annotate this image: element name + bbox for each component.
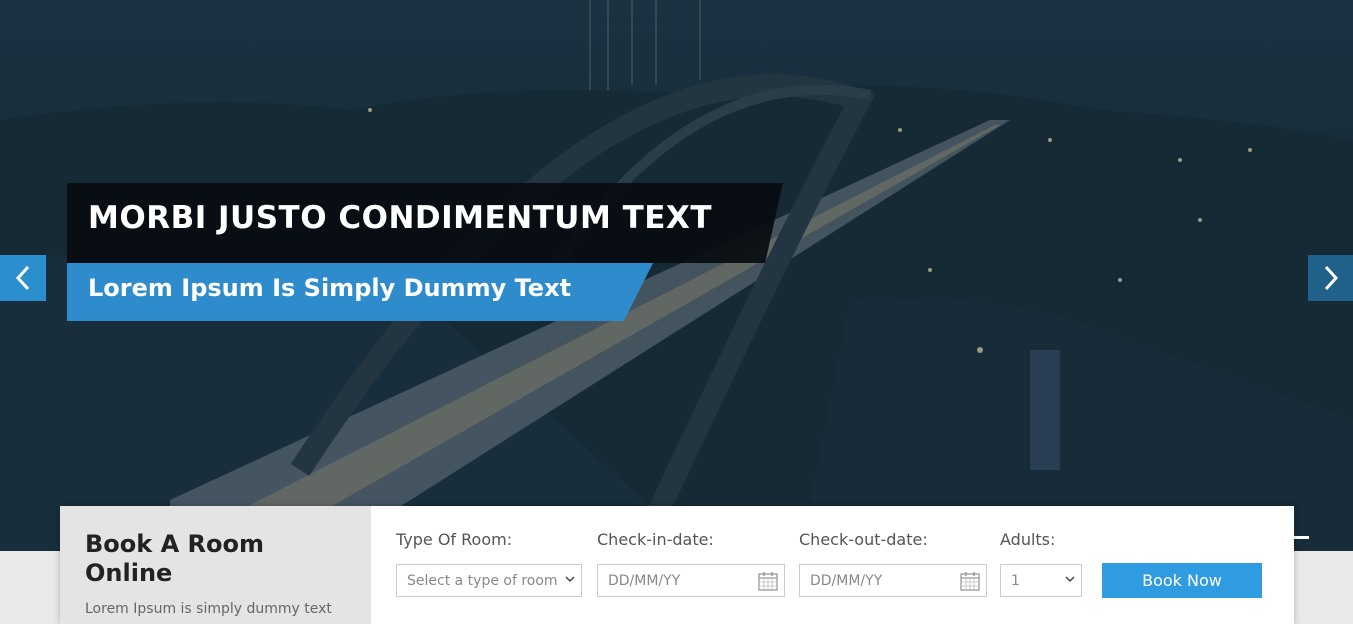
checkout-date-input[interactable]: DD/MM/YY	[799, 564, 987, 597]
chevron-down-icon	[1065, 573, 1075, 587]
room-type-label: Type Of Room:	[396, 530, 513, 549]
checkin-date-input[interactable]: DD/MM/YY	[597, 564, 785, 597]
room-type-value: Select a type of room	[407, 572, 558, 589]
room-type-select[interactable]: Select a type of room	[396, 564, 582, 597]
slide-title: MORBI JUSTO CONDIMENTUM TEXT	[88, 200, 712, 236]
checkout-placeholder: DD/MM/YY	[810, 572, 883, 589]
next-slide-button[interactable]	[1308, 255, 1353, 301]
hero-slider: MORBI JUSTO CONDIMENTUM TEXT Lorem Ipsum…	[0, 0, 1353, 551]
checkin-label: Check-in-date:	[597, 530, 714, 549]
checkout-label: Check-out-date:	[799, 530, 928, 549]
adults-value: 1	[1011, 572, 1020, 589]
chevron-right-icon	[1324, 265, 1339, 291]
calendar-icon[interactable]	[758, 571, 778, 595]
booking-title: Book A Room Online	[85, 530, 264, 587]
decorative-dash	[1294, 536, 1309, 539]
chevron-down-icon	[565, 573, 575, 587]
checkin-placeholder: DD/MM/YY	[608, 572, 681, 589]
booking-form: Book A Room Online Lorem Ipsum is simply…	[60, 506, 1294, 624]
chevron-left-icon	[15, 265, 30, 291]
booking-description: Lorem Ipsum is simply dummy text	[85, 601, 332, 617]
slide-subtitle: Lorem Ipsum Is Simply Dummy Text	[88, 274, 572, 302]
book-now-button[interactable]: Book Now	[1102, 563, 1262, 598]
adults-select[interactable]: 1	[1000, 564, 1082, 597]
calendar-icon[interactable]	[960, 571, 980, 595]
booking-intro: Book A Room Online Lorem Ipsum is simply…	[60, 506, 371, 624]
slide-subtitle-banner: Lorem Ipsum Is Simply Dummy Text	[67, 263, 653, 321]
adults-label: Adults:	[1000, 530, 1056, 549]
slide-title-banner: MORBI JUSTO CONDIMENTUM TEXT	[67, 183, 783, 263]
prev-slide-button[interactable]	[0, 255, 46, 301]
